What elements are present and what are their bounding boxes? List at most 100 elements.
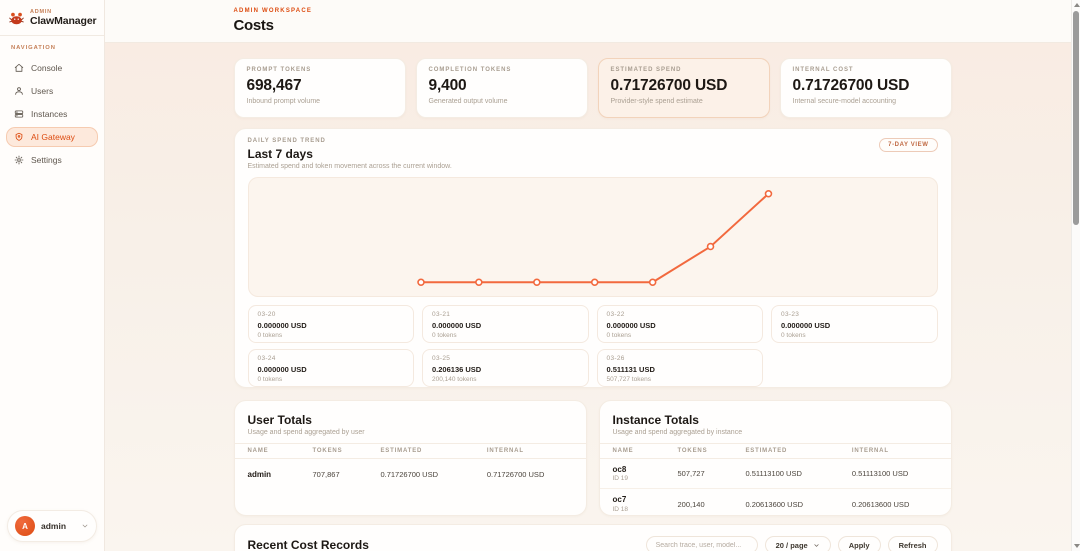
row-tokens: 200,140 (678, 500, 746, 509)
chevron-down-icon (813, 542, 820, 549)
sidebar-item-label: Instances (31, 109, 67, 119)
trend-eyebrow: DAILY SPEND TREND (248, 138, 938, 144)
home-icon (14, 63, 24, 73)
day-date: 03-26 (607, 355, 754, 362)
search-input[interactable] (646, 536, 758, 551)
stat-sub: Generated output volume (429, 98, 575, 105)
sidebar-item-users[interactable]: Users (6, 81, 98, 101)
page-size-select[interactable]: 20 / page (765, 536, 831, 551)
brand[interactable]: ADMIN ClawManager (0, 0, 104, 35)
row-estimated: 0.51113100 USD (745, 469, 851, 478)
row-estimated: 0.71726700 USD (380, 470, 486, 479)
chevron-down-icon (81, 522, 89, 530)
stat-sub: Internal secure-model accounting (793, 98, 939, 105)
trend-line-chart (249, 178, 937, 296)
day-spend: 0.000000 USD (258, 321, 405, 330)
crab-logo-icon (8, 11, 25, 26)
row-internal: 0.20613600 USD (852, 500, 938, 509)
stat-card-prompt-tokens: PROMPT TOKENS 698,467 Inbound prompt vol… (234, 58, 406, 118)
day-tokens: 200,140 tokens (432, 376, 579, 383)
shield-icon (14, 132, 24, 142)
stat-value: 698,467 (247, 77, 393, 95)
col-name: NAME (248, 448, 313, 454)
day-tokens: 0 tokens (432, 332, 579, 339)
scroll-down-arrow-icon[interactable] (1074, 544, 1080, 548)
scroll-up-arrow-icon[interactable] (1074, 3, 1080, 7)
daily-spend-trend-card: DAILY SPEND TREND Last 7 days Estimated … (234, 128, 952, 388)
user-name: admin (41, 521, 66, 531)
day-tokens: 507,727 tokens (607, 376, 754, 383)
stat-card-estimated-spend: ESTIMATED SPEND 0.71726700 USD Provider-… (598, 58, 770, 118)
sidebar-item-ai-gateway[interactable]: AI Gateway (6, 127, 98, 147)
col-tokens: TOKENS (313, 448, 381, 454)
seven-day-view-badge[interactable]: 7-DAY VIEW (879, 138, 937, 152)
day-card: 03-26 0.511131 USD 507,727 tokens (597, 349, 764, 387)
day-card: 03-21 0.000000 USD 0 tokens (422, 305, 589, 343)
refresh-button[interactable]: Refresh (888, 536, 938, 551)
row-name: oc8 (613, 465, 678, 474)
sidebar-nav: Console Users Instances AI Gateway Setti… (0, 55, 104, 173)
stat-label: PROMPT TOKENS (247, 67, 393, 73)
col-estimated: ESTIMATED (745, 448, 851, 454)
workspace-eyebrow: ADMIN WORKSPACE (234, 8, 952, 14)
totals-section: User Totals Usage and spend aggregated b… (234, 400, 952, 516)
gear-icon (14, 155, 24, 165)
instance-totals-title: Instance Totals (613, 413, 938, 427)
day-date: 03-25 (432, 355, 579, 362)
trend-title: Last 7 days (248, 147, 938, 161)
row-name: oc7 (613, 495, 678, 504)
spend-trend-chart (248, 177, 938, 297)
records-title: Recent Cost Records (248, 538, 427, 551)
sidebar-item-label: Settings (31, 155, 62, 165)
day-card: 03-22 0.000000 USD 0 tokens (597, 305, 764, 343)
stat-card-internal-cost: INTERNAL COST 0.71726700 USD Internal se… (780, 58, 952, 118)
user-totals-subtitle: Usage and spend aggregated by user (248, 429, 573, 436)
page-title: Costs (234, 17, 952, 34)
sidebar-item-console[interactable]: Console (6, 58, 98, 78)
user-menu[interactable]: A admin (7, 510, 97, 542)
day-tokens: 0 tokens (258, 376, 405, 383)
day-card: 03-20 0.000000 USD 0 tokens (248, 305, 415, 343)
row-id: ID 19 (613, 475, 678, 482)
day-spend: 0.000000 USD (607, 321, 754, 330)
sidebar-item-instances[interactable]: Instances (6, 104, 98, 124)
users-icon (14, 86, 24, 96)
sidebar-item-label: Users (31, 86, 53, 96)
content-scroll-area: PROMPT TOKENS 698,467 Inbound prompt vol… (105, 43, 1080, 551)
instance-totals-subtitle: Usage and spend aggregated by instance (613, 429, 938, 436)
sidebar-item-settings[interactable]: Settings (6, 150, 98, 170)
day-cards: 03-20 0.000000 USD 0 tokens 03-21 0.0000… (248, 305, 938, 387)
table-row: oc8 ID 19 507,727 0.51113100 USD 0.51113… (600, 459, 951, 489)
day-spend: 0.206136 USD (432, 365, 579, 374)
scrollbar-thumb[interactable] (1073, 11, 1079, 225)
table-row: admin 707,867 0.71726700 USD 0.71726700 … (235, 459, 586, 489)
row-internal: 0.71726700 USD (487, 470, 573, 479)
stat-sub: Provider-style spend estimate (611, 98, 757, 105)
avatar: A (15, 516, 35, 536)
day-spend: 0.000000 USD (258, 365, 405, 374)
table-header-row: NAME TOKENS ESTIMATED INTERNAL (600, 443, 951, 459)
day-card: 03-24 0.000000 USD 0 tokens (248, 349, 415, 387)
server-icon (14, 109, 24, 119)
stat-label: COMPLETION TOKENS (429, 67, 575, 73)
nav-section-label: NAVIGATION (0, 36, 104, 55)
instance-totals-card: Instance Totals Usage and spend aggregat… (599, 400, 952, 516)
page-size-value: 20 / page (776, 541, 808, 550)
col-internal: INTERNAL (852, 448, 938, 454)
day-card: 03-25 0.206136 USD 200,140 tokens (422, 349, 589, 387)
stat-value: 0.71726700 USD (611, 77, 757, 95)
row-internal: 0.51113100 USD (852, 469, 938, 478)
scrollbar[interactable] (1071, 0, 1080, 551)
brand-name: ClawManager (30, 15, 97, 27)
table-header-row: NAME TOKENS ESTIMATED INTERNAL (235, 443, 586, 459)
table-row: oc7 ID 18 200,140 0.20613600 USD 0.20613… (600, 489, 951, 516)
sidebar: ADMIN ClawManager NAVIGATION Console Use… (0, 0, 105, 551)
apply-button[interactable]: Apply (838, 536, 881, 551)
stat-label: ESTIMATED SPEND (611, 67, 757, 73)
day-date: 03-22 (607, 311, 754, 318)
stat-sub: Inbound prompt volume (247, 98, 393, 105)
col-tokens: TOKENS (678, 448, 746, 454)
stat-card-completion-tokens: COMPLETION TOKENS 9,400 Generated output… (416, 58, 588, 118)
day-date: 03-23 (781, 311, 928, 318)
sidebar-item-label: Console (31, 63, 62, 73)
